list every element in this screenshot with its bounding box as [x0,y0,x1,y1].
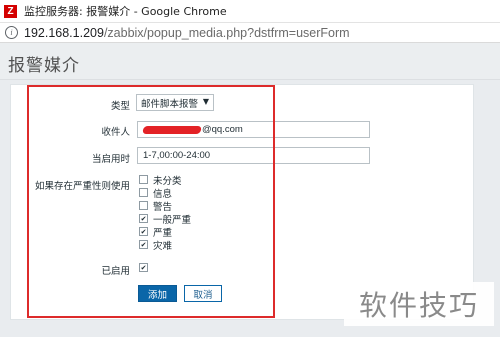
severity-label: 如果存在严重性则使用 [34,181,130,192]
recipient-input[interactable]: @qq.com [137,121,370,138]
cancel-button[interactable]: 取消 [184,285,222,302]
severity-label-warning: 警告 [153,201,173,213]
browser-title-bar: Z 监控服务器: 报警媒介 - Google Chrome [0,0,500,23]
url-text[interactable]: 192.168.1.209/zabbix/popup_media.php?dst… [24,26,350,40]
watermark-text: 软件技巧 [358,289,479,322]
checkbox-not-classified[interactable] [139,175,148,184]
watermark: 软件技巧 [344,282,494,326]
when-active-value: 1-7,00:00-24:00 [143,150,211,161]
zabbix-logo-icon: Z [4,4,17,18]
enabled-label: 已启用 [101,266,130,277]
when-active-label: 当启用时 [91,154,130,165]
url-host: 192.168.1.209 [24,25,104,40]
severity-label-information: 信息 [153,188,173,200]
page-header: 报警媒介 [0,43,500,80]
checkbox-information[interactable] [139,188,148,197]
checkbox-disaster[interactable] [139,240,148,249]
info-icon[interactable]: i [5,26,18,39]
severity-option[interactable]: 灾难 [139,238,173,252]
when-active-input[interactable]: 1-7,00:00-24:00 [137,147,370,164]
url-path: /zabbix/popup_media.php?dstfrm=userForm [103,25,350,40]
type-label: 类型 [110,101,130,112]
recipient-value: @qq.com [202,124,243,135]
dropdown-arrow-icon: ▼ [202,97,209,106]
checkbox-warning[interactable] [139,201,148,210]
checkbox-average[interactable] [139,214,148,223]
severity-option[interactable]: 严重 [139,225,173,239]
page-title: 报警媒介 [8,56,80,76]
severity-option[interactable]: 信息 [139,186,173,200]
redaction-mark [142,125,202,134]
type-select[interactable]: 邮件脚本报警 ▼ [136,94,214,111]
window-title: 监控服务器: 报警媒介 - Google Chrome [24,5,227,18]
severity-option[interactable]: 一般严重 [139,212,192,226]
severity-label-average: 一般严重 [153,214,192,226]
severity-label-disaster: 灾难 [153,240,173,252]
severity-option[interactable]: 警告 [139,199,173,213]
recipient-label: 收件人 [101,127,130,138]
severity-label-high: 严重 [153,227,173,239]
address-bar[interactable]: i 192.168.1.209/zabbix/popup_media.php?d… [0,23,500,43]
enabled-option[interactable] [139,261,148,274]
type-select-value: 邮件脚本报警 [141,98,199,110]
add-button[interactable]: 添加 [138,285,177,302]
severity-option[interactable]: 未分类 [139,173,182,187]
checkbox-high[interactable] [139,227,148,236]
severity-label-not-classified: 未分类 [153,175,182,187]
checkbox-enabled[interactable] [139,263,148,272]
